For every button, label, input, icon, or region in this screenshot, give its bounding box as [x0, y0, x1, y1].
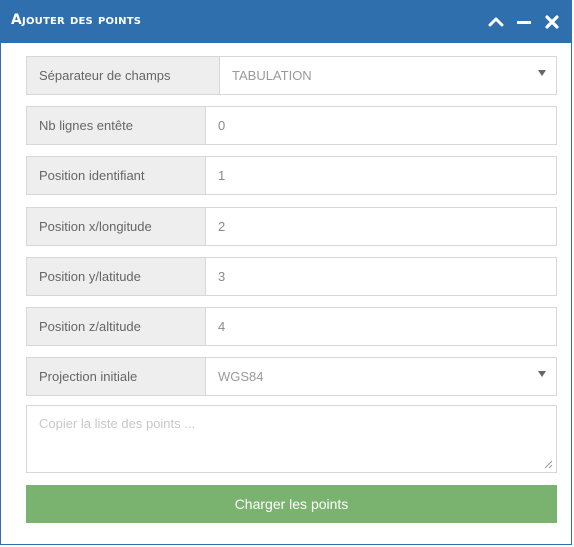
z-position-input[interactable]: 4: [206, 308, 556, 345]
header-lines-input[interactable]: 0: [206, 107, 556, 144]
y-position-field[interactable]: Position y/latitude 3: [26, 257, 557, 296]
id-position-label: Position identifiant: [27, 157, 206, 194]
x-position-label: Position x/longitude: [27, 208, 206, 245]
separator-field[interactable]: Séparateur de champs TABULATION: [26, 56, 557, 95]
dialog-body: Séparateur de champs TABULATION Nb ligne…: [11, 51, 561, 541]
projection-field[interactable]: Projection initiale WGS84: [26, 357, 557, 396]
chevron-down-icon: [538, 70, 546, 76]
separator-select[interactable]: TABULATION: [220, 57, 556, 94]
close-button[interactable]: [541, 11, 563, 33]
header-lines-field[interactable]: Nb lignes entête 0: [26, 106, 557, 145]
dialog-title: Ajouter des points: [11, 12, 142, 28]
id-position-input[interactable]: 1: [206, 157, 556, 194]
window-controls: [485, 10, 563, 34]
add-points-dialog: Ajouter des points Séparateur de champs: [0, 0, 572, 545]
y-position-label: Position y/latitude: [27, 258, 206, 295]
projection-label: Projection initiale: [27, 358, 206, 395]
collapse-button[interactable]: [485, 11, 507, 33]
header-lines-label: Nb lignes entête: [27, 107, 206, 144]
x-position-field[interactable]: Position x/longitude 2: [26, 207, 557, 246]
close-icon: [545, 15, 559, 29]
dialog-titlebar[interactable]: Ajouter des points: [1, 1, 571, 43]
points-textarea-placeholder: Copier la liste des points ...: [39, 416, 196, 431]
z-position-field[interactable]: Position z/altitude 4: [26, 307, 557, 346]
projection-select[interactable]: WGS84: [206, 358, 556, 395]
minimize-button[interactable]: [513, 11, 535, 33]
x-position-input[interactable]: 2: [206, 208, 556, 245]
chevron-down-icon: [538, 371, 546, 377]
id-position-field[interactable]: Position identifiant 1: [26, 156, 557, 195]
minimize-icon: [517, 21, 531, 24]
separator-label: Séparateur de champs: [27, 57, 220, 94]
resize-handle-icon[interactable]: [543, 459, 553, 469]
chevron-up-icon: [488, 17, 504, 27]
y-position-input[interactable]: 3: [206, 258, 556, 295]
z-position-label: Position z/altitude: [27, 308, 206, 345]
points-textarea[interactable]: Copier la liste des points ...: [26, 405, 557, 473]
load-points-button[interactable]: Charger les points: [26, 485, 557, 523]
